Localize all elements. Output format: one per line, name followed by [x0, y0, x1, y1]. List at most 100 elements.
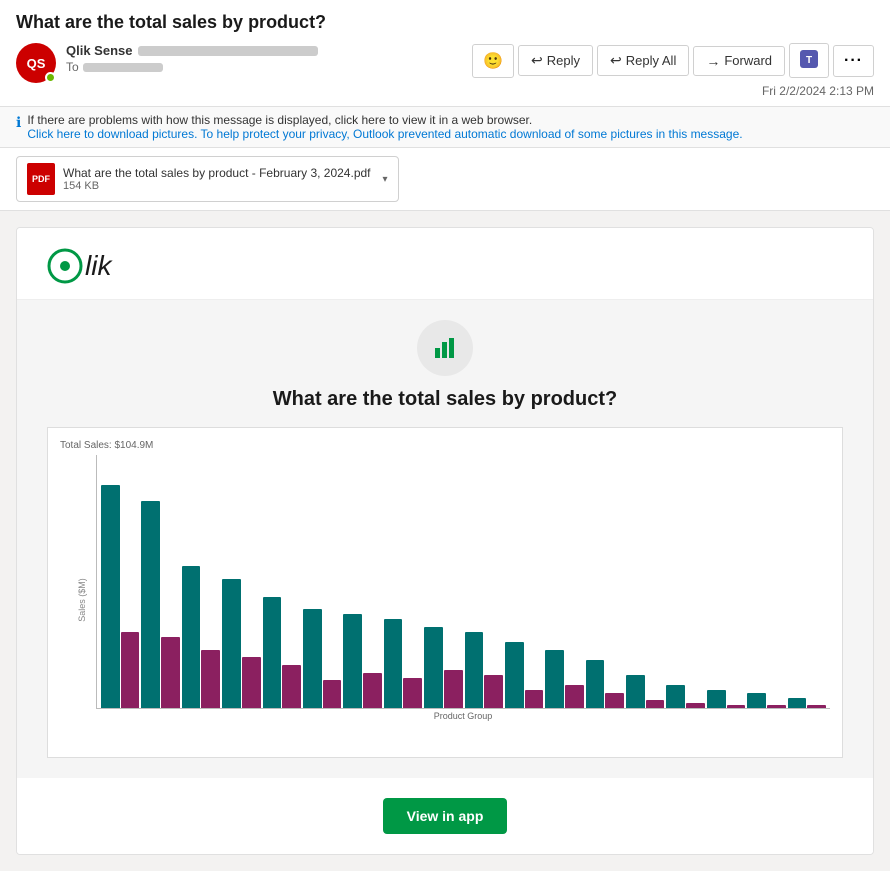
bar-group — [626, 455, 664, 708]
magenta-bar — [484, 675, 503, 708]
teal-bar — [343, 614, 362, 708]
sender-email-blurred — [138, 46, 318, 56]
magenta-bar — [767, 705, 786, 708]
bar-group — [666, 455, 704, 708]
teal-bar — [101, 485, 120, 708]
teal-bar — [505, 642, 524, 708]
magenta-bar — [727, 705, 746, 708]
chart-container: Total Sales: $104.9M Sales ($M) Product … — [47, 427, 843, 758]
teal-bar — [626, 675, 645, 708]
magenta-bar — [201, 650, 220, 708]
magenta-bar — [363, 673, 382, 708]
to-blurred — [83, 63, 163, 72]
teal-bar — [141, 501, 160, 708]
bar-group — [343, 455, 381, 708]
qlik-logo-svg — [47, 248, 83, 284]
bar-group — [788, 455, 826, 708]
magenta-bar — [807, 705, 826, 708]
teal-bar — [747, 693, 766, 708]
forward-arrow-icon: → — [706, 53, 720, 69]
teal-bar — [263, 597, 282, 708]
bar-group — [586, 455, 624, 708]
actions-timestamp: 🙂 ↩ Reply ↩ Reply All → Forward T — [472, 43, 874, 98]
bar-group — [465, 455, 503, 708]
sender-details: Qlik Sense To — [66, 43, 318, 74]
chart-icon-circle — [417, 320, 473, 376]
teal-bar — [586, 660, 605, 708]
avatar: QS — [16, 43, 56, 83]
attachment-bar: PDF What are the total sales by product … — [0, 148, 890, 211]
sender-to: To — [66, 60, 318, 74]
teal-bar — [465, 632, 484, 708]
pdf-icon: PDF — [27, 163, 55, 195]
bar-group — [545, 455, 583, 708]
chart-total: Total Sales: $104.9M — [60, 440, 830, 451]
teal-bar — [303, 609, 322, 708]
sender-name: Qlik Sense — [66, 43, 132, 58]
teal-bar — [707, 690, 726, 708]
main-content: What are the total sales by product? Tot… — [17, 300, 873, 778]
attachment-info: What are the total sales by product - Fe… — [63, 166, 371, 192]
magenta-bar — [323, 680, 342, 708]
chart-title: What are the total sales by product? — [47, 388, 843, 411]
chart-icon-container — [47, 320, 843, 376]
reply-all-arrow-icon: ↩ — [610, 52, 622, 69]
view-in-app-button[interactable]: View in app — [383, 798, 508, 834]
teal-bar — [222, 579, 241, 708]
email-subject: What are the total sales by product? — [16, 12, 874, 33]
teams-icon: T — [800, 50, 818, 68]
qlik-logo-header: lik — [17, 228, 873, 300]
bar-group — [222, 455, 260, 708]
avatar-status — [45, 72, 56, 83]
y-axis-label: Sales ($M) — [77, 578, 87, 622]
magenta-bar — [242, 657, 261, 708]
bar-group — [263, 455, 301, 708]
download-pictures-link[interactable]: Click here to download pictures. To help… — [27, 127, 742, 141]
teal-bar — [384, 619, 403, 708]
email-content: lik What are the total sales by product? — [16, 227, 874, 855]
more-options-button[interactable]: ··· — [833, 45, 874, 77]
magenta-bar — [444, 670, 463, 708]
chart-wrapper: Sales ($M) Product Group — [60, 455, 830, 745]
magenta-bar — [403, 678, 422, 708]
bar-group — [384, 455, 422, 708]
bar-chart-icon — [431, 334, 459, 362]
magenta-bar — [525, 690, 544, 708]
magenta-bar — [646, 700, 665, 708]
info-icon: ℹ — [16, 114, 21, 131]
bar-group — [707, 455, 745, 708]
magenta-bar — [161, 637, 180, 708]
qlik-logo: lik — [47, 248, 843, 284]
bars-container — [96, 455, 830, 709]
email-header: What are the total sales by product? QS … — [0, 0, 890, 107]
sender-row: QS Qlik Sense To 🙂 ↩ Reply — [16, 43, 874, 98]
reply-all-button[interactable]: ↩ Reply All — [597, 45, 689, 76]
qlik-logo-text: lik — [85, 250, 111, 282]
bar-group — [747, 455, 785, 708]
email-timestamp: Fri 2/2/2024 2:13 PM — [762, 84, 874, 98]
teams-button[interactable]: T — [789, 43, 829, 78]
email-body: lik What are the total sales by product? — [0, 211, 890, 871]
magenta-bar — [605, 693, 624, 708]
magenta-bar — [282, 665, 301, 708]
attachment-size: 154 KB — [63, 180, 371, 192]
attachment-name: What are the total sales by product - Fe… — [63, 166, 371, 180]
info-text: If there are problems with how this mess… — [27, 113, 742, 141]
sender-info: QS Qlik Sense To — [16, 43, 318, 83]
teal-bar — [788, 698, 807, 708]
teal-bar — [424, 627, 443, 708]
bar-group — [424, 455, 462, 708]
forward-button[interactable]: → Forward — [693, 46, 785, 76]
bar-group — [303, 455, 341, 708]
emoji-button[interactable]: 🙂 — [472, 44, 514, 78]
email-actions: 🙂 ↩ Reply ↩ Reply All → Forward T — [472, 43, 874, 78]
svg-text:T: T — [806, 55, 812, 66]
attachment-chevron-icon: ▾ — [383, 174, 388, 185]
bar-group — [505, 455, 543, 708]
bar-group — [141, 455, 179, 708]
reply-button[interactable]: ↩ Reply — [518, 45, 593, 76]
info-bar: ℹ If there are problems with how this me… — [0, 107, 890, 148]
magenta-bar — [121, 632, 140, 708]
attachment-item[interactable]: PDF What are the total sales by product … — [16, 156, 399, 202]
teal-bar — [666, 685, 685, 708]
